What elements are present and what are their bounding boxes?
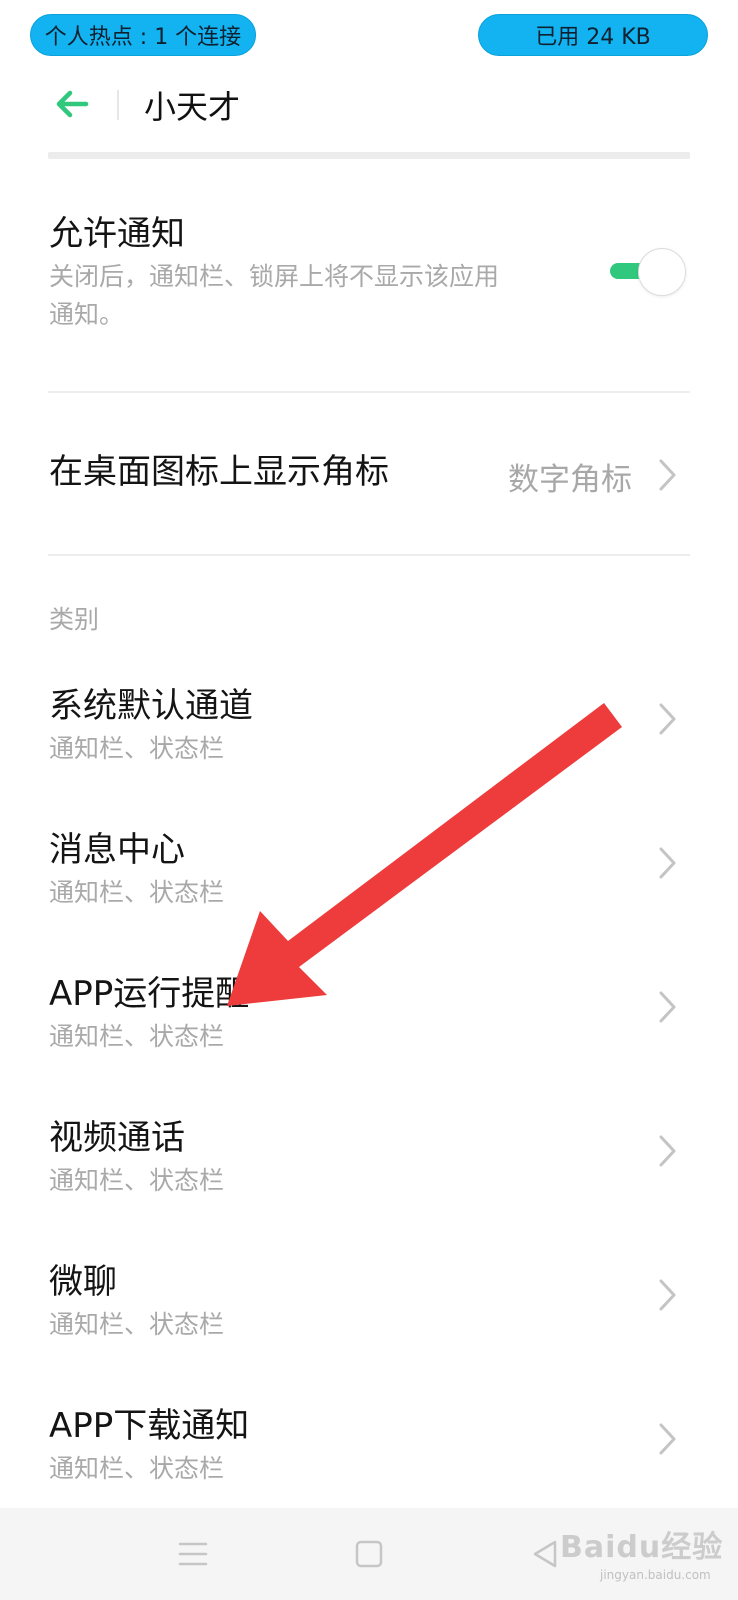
page-title: 小天才	[144, 88, 241, 126]
desktop-badge-title: 在桌面图标上显示角标	[49, 452, 389, 492]
header-bottom-bar	[48, 152, 690, 159]
divider	[48, 554, 690, 556]
channel-subtitle: 通知栏、状态栏	[49, 878, 225, 907]
header-divider	[117, 90, 119, 120]
channel-subtitle: 通知栏、状态栏	[49, 1022, 225, 1051]
home-icon[interactable]	[349, 1534, 389, 1574]
desktop-badge-value: 数字角标	[508, 462, 632, 498]
channel-title: APP下载通知	[49, 1406, 250, 1446]
data-usage-pill[interactable]: 已用 24 KB	[478, 14, 708, 56]
allow-notifications-description: 关闭后，通知栏、锁屏上将不显示该应用	[49, 262, 500, 291]
chevron-right-icon	[659, 1279, 676, 1311]
chevron-right-icon	[659, 847, 676, 879]
chevron-right-icon	[659, 1135, 676, 1167]
channel-title: APP运行提醒	[49, 974, 250, 1014]
hotspot-status-pill[interactable]: 个人热点 : 1 个连接	[30, 14, 256, 56]
baidu-watermark-logo: Baidu经验	[560, 1530, 724, 1565]
channel-subtitle: 通知栏、状态栏	[49, 1310, 225, 1339]
channel-title: 系统默认通道	[49, 686, 253, 726]
allow-notifications-description-cont: 通知。	[49, 300, 125, 329]
baidu-watermark-url: jingyan.baidu.com	[600, 1568, 711, 1582]
chevron-right-icon	[659, 1423, 676, 1455]
divider	[48, 391, 690, 393]
allow-notifications-title: 允许通知	[49, 214, 185, 254]
category-section-label: 类别	[49, 605, 100, 634]
channel-subtitle: 通知栏、状态栏	[49, 1454, 225, 1483]
app-header: 小天才	[0, 72, 738, 142]
toggle-knob	[638, 248, 686, 296]
channel-subtitle: 通知栏、状态栏	[49, 1166, 225, 1195]
chevron-right-icon	[659, 703, 676, 735]
channel-title: 微聊	[49, 1262, 117, 1302]
channel-subtitle: 通知栏、状态栏	[49, 734, 225, 763]
back-triangle-icon[interactable]	[525, 1534, 565, 1574]
chevron-right-icon	[659, 459, 676, 491]
channel-title: 视频通话	[49, 1118, 185, 1158]
back-arrow-icon[interactable]	[52, 84, 92, 124]
allow-notifications-toggle[interactable]	[608, 246, 688, 298]
channel-title: 消息中心	[49, 830, 185, 870]
chevron-right-icon	[659, 991, 676, 1023]
menu-icon[interactable]	[173, 1534, 213, 1574]
